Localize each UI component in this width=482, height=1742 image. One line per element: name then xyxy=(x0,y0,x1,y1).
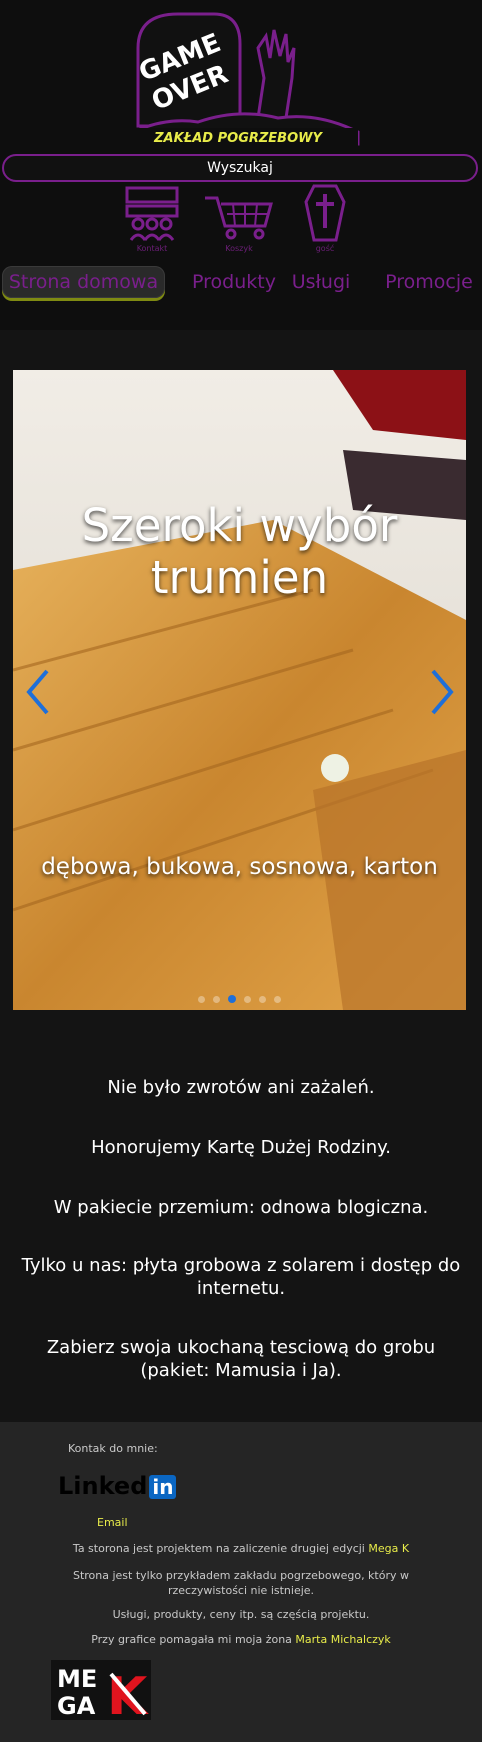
carousel-title: Szeroki wybór trumien xyxy=(81,499,398,604)
linkedin-link[interactable]: Linked in xyxy=(58,1472,177,1500)
project-text: Ta storona jest projektem na zaliczenie … xyxy=(72,1542,365,1555)
quick-icons: Kontakt Koszyk gość xyxy=(0,184,482,258)
game-over-logo[interactable]: GAME OVER ZAKŁAD POGRZEBOWY xyxy=(118,8,364,152)
project-note: Ta storona jest projektem na zaliczenie … xyxy=(0,1542,482,1555)
contact-label: Kontakt xyxy=(136,244,168,253)
services-note: Usługi, produkty, ceny itp. są częścią p… xyxy=(112,1608,370,1621)
author-wife-link[interactable]: Marta Michalczyk xyxy=(295,1633,390,1646)
guest-label: gość xyxy=(315,244,335,253)
search-label: Wyszukaj xyxy=(207,160,273,176)
linkedin-text: Linked xyxy=(58,1472,148,1500)
carousel-dot[interactable] xyxy=(274,996,281,1003)
nav-home[interactable]: Strona domowa xyxy=(2,266,165,298)
mega-line2: GA xyxy=(57,1692,96,1720)
cart-link[interactable]: Koszyk xyxy=(199,184,279,253)
carousel-dot[interactable] xyxy=(228,995,236,1003)
carousel-dot[interactable] xyxy=(259,996,266,1003)
nav-promotions[interactable]: Promocje xyxy=(376,266,482,298)
disclaimer: Strona jest tylko przykładem zakładu pog… xyxy=(72,1569,410,1597)
mega-k-link[interactable]: Mega K xyxy=(368,1542,409,1555)
carousel-dot[interactable] xyxy=(213,996,220,1003)
feature-item: Honorujemy Kartę Dużej Rodziny. xyxy=(91,1137,391,1158)
next-arrow-icon[interactable] xyxy=(427,667,457,717)
linkedin-icon: in xyxy=(149,1475,177,1499)
carousel-indicators xyxy=(13,988,466,1007)
feature-item: Zabierz swoja ukochaną tesciową do grobu… xyxy=(46,1337,436,1381)
nav-products[interactable]: Produkty xyxy=(178,266,290,298)
carousel-dot[interactable] xyxy=(198,996,205,1003)
hero-carousel: Szeroki wybór trumien dębowa, bukowa, so… xyxy=(13,370,466,1010)
coffin-photo xyxy=(13,370,466,1010)
search-button[interactable]: Wyszukaj xyxy=(2,154,478,182)
carousel-dot[interactable] xyxy=(244,996,251,1003)
main-nav: Strona domowa Produkty Usługi Promocje xyxy=(0,266,482,302)
graphics-note: Przy grafice pomagała mi moja żona Marta… xyxy=(0,1633,482,1646)
contact-heading: Kontak do mnie: xyxy=(68,1442,158,1455)
feature-item: Tylko u nas: płyta grobowa z solarem i d… xyxy=(21,1255,461,1299)
coffin-icon xyxy=(304,184,346,242)
site-footer: Kontak do mnie: Linked in Email Ta storon… xyxy=(0,1422,482,1742)
contact-link[interactable]: Kontakt xyxy=(112,184,192,253)
prev-arrow-icon[interactable] xyxy=(23,667,53,717)
mega-k-logo-mark: ME GA K xyxy=(51,1660,151,1727)
carousel-subtitle: dębowa, bukowa, sosnowa, karton xyxy=(41,854,438,880)
graphics-text: Przy grafice pomagała mi moja żona xyxy=(91,1633,292,1646)
mega-k-logo[interactable]: ME GA K xyxy=(51,1660,151,1727)
nav-services[interactable]: Usługi xyxy=(290,266,352,298)
cart-label: Koszyk xyxy=(225,244,253,253)
site-header: GAME OVER ZAKŁAD POGRZEBOWY Wyszukaj Kon… xyxy=(0,0,482,330)
mega-line1: ME xyxy=(57,1665,97,1693)
feature-item: Nie było zwrotów ani zażaleń. xyxy=(107,1077,375,1098)
people-icon xyxy=(125,186,179,241)
email-link[interactable]: Email xyxy=(97,1516,128,1529)
guest-link[interactable]: gość xyxy=(285,184,365,253)
cart-icon xyxy=(205,196,273,240)
feature-item: W pakiecie przemium: odnowa blogiczna. xyxy=(53,1197,429,1218)
logo-banner: ZAKŁAD POGRZEBOWY xyxy=(153,131,323,146)
